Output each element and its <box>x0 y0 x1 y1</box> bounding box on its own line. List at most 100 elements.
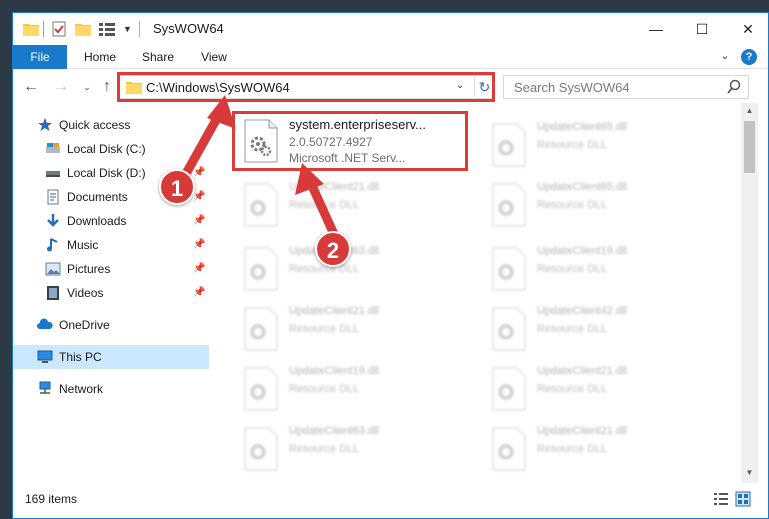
drive-icon <box>45 141 61 157</box>
dll-file-icon <box>243 367 279 411</box>
large-icons-view-icon[interactable] <box>735 491 751 507</box>
dll-file-icon <box>491 183 527 227</box>
navigation-pane: Quick access Local Disk (C:) 📌 Local Dis… <box>13 103 209 483</box>
properties-icon[interactable] <box>51 21 67 37</box>
cloud-icon <box>37 317 53 333</box>
expand-ribbon-icon[interactable]: ⌄ <box>717 49 733 65</box>
file-name: UpdateClient19.dll <box>537 245 627 257</box>
file-tile[interactable]: UpdateClient65.dll Resource DLL <box>481 177 717 235</box>
pin-icon: 📌 <box>193 167 206 178</box>
file-name: UpdateClient21.dll <box>537 425 627 437</box>
file-type: Resource DLL <box>289 383 360 395</box>
file-tile[interactable]: UpdateClient21.dll Resource DLL <box>481 361 717 419</box>
scroll-up-arrow-icon[interactable]: ▲ <box>741 103 758 119</box>
sidebar-item-downloads[interactable]: Downloads 📌 <box>13 209 209 233</box>
pictures-icon <box>45 261 61 277</box>
dll-file-icon <box>491 307 527 351</box>
help-icon[interactable]: ? <box>741 49 757 65</box>
file-tile[interactable]: UpdateClient63.dll Resource DLL <box>233 241 469 299</box>
file-name: UpdateClient65.dll <box>537 121 627 133</box>
new-folder-icon[interactable] <box>75 21 91 37</box>
music-icon <box>45 237 61 253</box>
sidebar-item-label: OneDrive <box>59 318 110 332</box>
ribbon-tabs: File Home Share View ⌄ ? <box>13 45 768 69</box>
file-type: Resource DLL <box>537 383 608 395</box>
title-bar: ▼ SysWOW64 — ☐ ✕ <box>13 13 768 45</box>
scrollbar-thumb[interactable] <box>744 121 755 173</box>
toolbar-separator <box>43 21 44 37</box>
title-separator <box>139 21 140 37</box>
step-badge-2: 2 <box>315 231 351 267</box>
step-badge-1: 1 <box>159 169 195 205</box>
sidebar-item-network[interactable]: Network <box>13 377 209 401</box>
file-name: UpdateClient21.dll <box>289 181 379 193</box>
tab-view[interactable]: View <box>191 45 237 69</box>
minimize-button[interactable]: — <box>633 13 679 45</box>
sidebar-item-onedrive[interactable]: OneDrive <box>13 313 209 337</box>
close-button[interactable]: ✕ <box>725 13 769 45</box>
search-placeholder: Search SysWOW64 <box>514 80 630 95</box>
file-name: UpdateClient42.dll <box>537 305 627 317</box>
up-button[interactable]: ↑ <box>97 77 117 97</box>
pin-icon: 📌 <box>193 215 206 226</box>
file-type: Resource DLL <box>289 323 360 335</box>
drive-icon <box>45 165 61 181</box>
file-tile[interactable]: UpdateClient19.dll Resource DLL <box>233 361 469 419</box>
dll-file-icon <box>491 123 527 167</box>
sidebar-item-label: Local Disk (C:) <box>67 142 146 156</box>
customize-toolbar-icon[interactable]: ▼ <box>123 21 135 37</box>
scroll-down-arrow-icon[interactable]: ▼ <box>741 465 758 481</box>
file-tile[interactable]: UpdateClient21.dll Resource DLL <box>233 301 469 359</box>
folder-icon[interactable] <box>23 21 39 37</box>
window-title: SysWOW64 <box>153 21 224 36</box>
sidebar-item-label: Pictures <box>67 262 111 276</box>
maximize-button[interactable]: ☐ <box>679 13 725 45</box>
videos-icon <box>45 285 61 301</box>
sidebar-item-label: Local Disk (D:) <box>67 166 146 180</box>
file-type: Resource DLL <box>289 443 360 455</box>
sidebar-item-videos[interactable]: Videos 📌 <box>13 281 209 305</box>
file-name: UpdateClient21.dll <box>537 365 627 377</box>
file-name: UpdateClient65.dll <box>537 181 627 193</box>
view-options-icon[interactable] <box>99 21 119 37</box>
sidebar-item-pictures[interactable]: Pictures 📌 <box>13 257 209 281</box>
tab-home[interactable]: Home <box>75 45 125 69</box>
file-tile[interactable]: UpdateClient21.dll Resource DLL <box>233 177 469 235</box>
file-name: UpdateClient19.dll <box>289 365 379 377</box>
dll-file-icon <box>243 183 279 227</box>
sidebar-item-label: Quick access <box>59 118 131 132</box>
tab-file[interactable]: File <box>13 45 67 69</box>
sidebar-item-quick-access[interactable]: Quick access <box>13 113 209 137</box>
file-tile[interactable]: UpdateClient63.dll Resource DLL <box>233 421 469 479</box>
pin-icon: 📌 <box>193 191 206 202</box>
file-highlight <box>232 111 468 171</box>
file-tile[interactable]: UpdateClient42.dll Resource DLL <box>481 301 717 359</box>
file-name: UpdateClient63.dll <box>289 425 379 437</box>
sidebar-item-label: Downloads <box>67 214 127 228</box>
recent-locations-button[interactable]: ⌄ <box>77 77 97 97</box>
search-icon[interactable] <box>726 79 742 95</box>
pin-icon: 📌 <box>193 263 206 274</box>
file-type: Resource DLL <box>289 199 360 211</box>
dll-file-icon <box>243 247 279 291</box>
file-tile[interactable]: UpdateClient65.dll Resource DLL <box>481 117 717 175</box>
file-type: Resource DLL <box>537 199 608 211</box>
sidebar-item-local-disk-c[interactable]: Local Disk (C:) 📌 <box>13 137 209 161</box>
back-button[interactable]: ← <box>21 77 41 97</box>
file-tile[interactable]: UpdateClient19.dll Resource DLL <box>481 241 717 299</box>
sidebar-item-this-pc[interactable]: This PC <box>13 345 209 369</box>
vertical-scrollbar[interactable]: ▲ ▼ <box>741 103 758 483</box>
dll-file-icon <box>243 427 279 471</box>
download-icon <box>45 213 61 229</box>
details-view-icon[interactable] <box>713 491 729 507</box>
sidebar-item-label: Network <box>59 382 104 396</box>
pin-icon: 📌 <box>193 143 206 154</box>
address-bar-highlight <box>117 72 495 102</box>
file-tile[interactable]: UpdateClient21.dll Resource DLL <box>481 421 717 479</box>
forward-button[interactable]: → <box>51 77 71 97</box>
tab-share[interactable]: Share <box>133 45 183 69</box>
file-type: Resource DLL <box>537 263 608 275</box>
sidebar-item-music[interactable]: Music 📌 <box>13 233 209 257</box>
computer-icon <box>37 349 53 365</box>
search-input[interactable]: Search SysWOW64 <box>503 75 749 99</box>
